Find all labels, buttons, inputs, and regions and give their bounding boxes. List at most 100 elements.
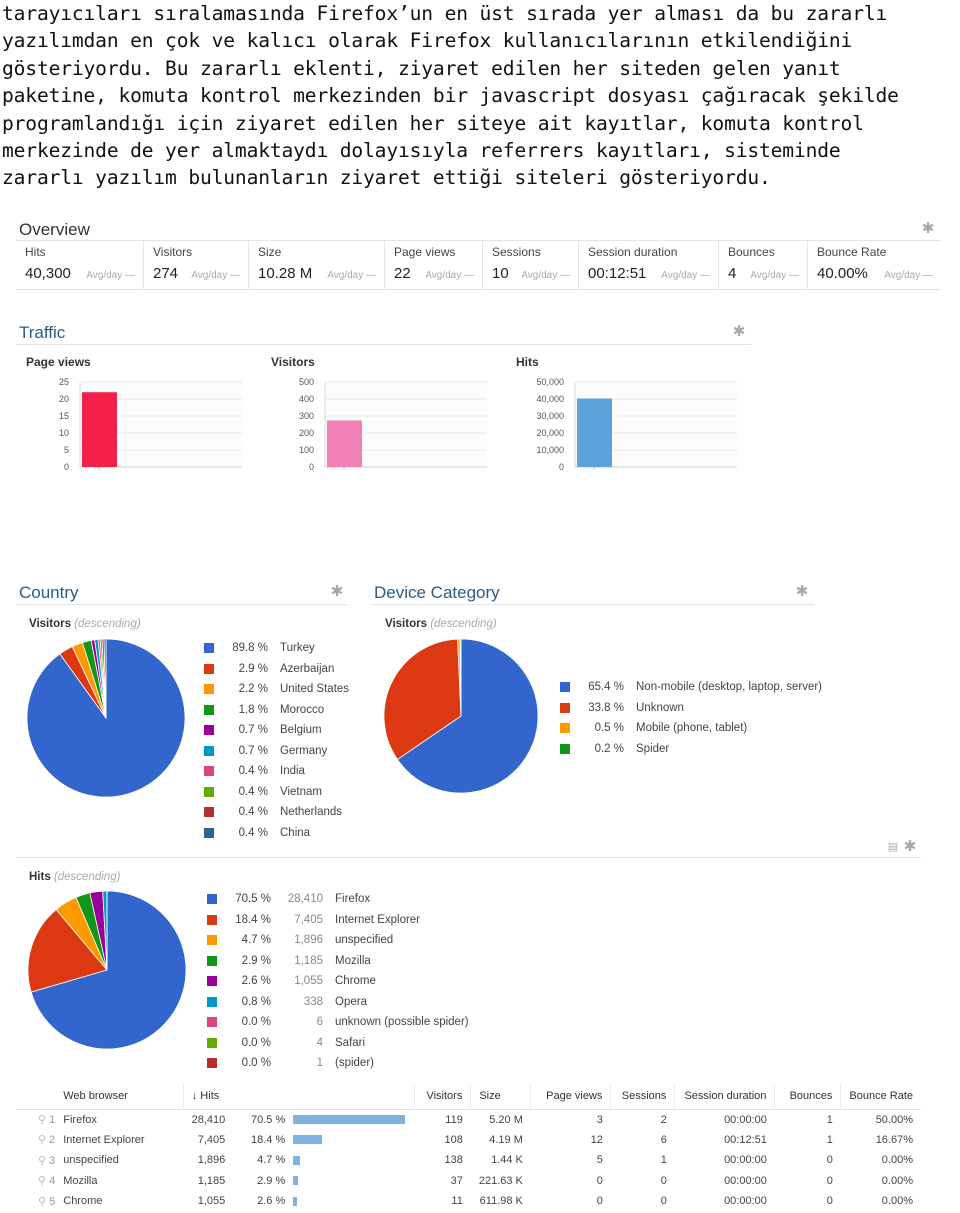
metric-page-views[interactable]: Page views 22 Avg/day — — [385, 241, 483, 289]
legend-label: Netherlands — [280, 806, 343, 819]
bar[interactable] — [577, 398, 612, 467]
legend-percent: 0.0 % — [241, 1036, 271, 1049]
legend-item[interactable]: 0.7 % Germany — [204, 741, 349, 762]
column-bounce-rate[interactable]: Bounce Rate — [840, 1083, 921, 1110]
gear-icon[interactable]: ✱ — [330, 584, 344, 599]
duration-value: 00:12:51 — [724, 1133, 767, 1146]
traffic-title: Traffic — [19, 323, 66, 342]
legend-label: Firefox — [335, 893, 371, 906]
metric-value: 22 — [394, 265, 411, 282]
legend-item[interactable]: 2.6 % 1,055 Chrome — [207, 971, 469, 992]
column-visitors[interactable]: Visitors — [414, 1083, 471, 1110]
article-line: tarayıcıları sıralamasında Firefox’un en… — [2, 2, 888, 25]
legend-item[interactable]: 70.5 % 28,410 Firefox — [207, 889, 469, 910]
divider — [16, 344, 751, 345]
column-sessions[interactable]: Sessions — [610, 1083, 675, 1110]
y-tick-label: 25 — [59, 377, 69, 387]
legend-item[interactable]: 2.9 % 1,185 Mozilla — [207, 951, 469, 972]
overview-title: Overview — [19, 220, 90, 239]
legend-item[interactable]: 0.0 % 6 unknown (possible spider) — [207, 1012, 469, 1033]
legend-label: Vietnam — [280, 785, 322, 798]
table-header-row: Web browser ↓ Hits Visitors Size Page vi… — [16, 1083, 921, 1110]
search-icon[interactable]: ⚲ — [38, 1114, 46, 1126]
y-tick-label: 0 — [64, 462, 69, 472]
legend-item[interactable]: 65.4 % Non-mobile (desktop, laptop, serve… — [560, 677, 822, 698]
legend-label: Unknown — [636, 701, 684, 714]
legend-item[interactable]: 0.4 % India — [204, 761, 349, 782]
duration-value: 00:00:00 — [724, 1113, 767, 1126]
gear-icon[interactable]: ✱ — [795, 584, 809, 599]
legend-item[interactable]: 2.2 % United States — [204, 679, 349, 700]
column-hits[interactable]: ↓ Hits — [182, 1083, 415, 1110]
metric-visitors[interactable]: Visitors 274 Avg/day — — [144, 241, 249, 289]
search-icon[interactable]: ⚲ — [38, 1134, 46, 1146]
browser-pie-chart — [27, 890, 187, 1050]
column-page-views[interactable]: Page views — [530, 1083, 611, 1110]
legend-swatch — [204, 704, 214, 715]
bar[interactable] — [327, 420, 362, 467]
legend-item[interactable]: 0.0 % 1 (spider) — [207, 1053, 469, 1074]
search-icon[interactable]: ⚲ — [38, 1175, 46, 1187]
metric-sessions[interactable]: Sessions 10 Avg/day — — [483, 241, 579, 289]
legend-item[interactable]: 0.4 % Vietnam — [204, 782, 349, 803]
legend-item[interactable]: 1.8 % Morocco — [204, 700, 349, 721]
metric-bounce-rate[interactable]: Bounce Rate 40.00% Avg/day — — [808, 241, 941, 289]
gear-icon[interactable]: ✱ — [921, 221, 935, 236]
metric-session-duration[interactable]: Session duration 00:12:51 Avg/day — — [579, 241, 719, 289]
metric-avg: Avg/day — — [884, 270, 933, 281]
article-line: paketine, komuta kontrol merkezinden bir… — [2, 84, 899, 108]
column-session-duration[interactable]: Session duration — [674, 1083, 775, 1110]
search-icon[interactable]: ⚲ — [38, 1155, 46, 1167]
y-tick-label: 0 — [309, 462, 314, 472]
legend-swatch — [207, 894, 217, 905]
bounce-rate-value: 0.00% — [881, 1174, 913, 1187]
pageviews-value: 3 — [596, 1113, 603, 1126]
metric-label: Sessions — [492, 245, 541, 259]
legend-item[interactable]: 0.0 % 4 Safari — [207, 1033, 469, 1054]
metric-hits[interactable]: Hits 40,300 Avg/day — — [16, 241, 144, 289]
metric-avg: Avg/day — — [425, 270, 474, 281]
column-bounces[interactable]: Bounces — [774, 1083, 841, 1110]
hits-bar — [293, 1135, 323, 1145]
gear-icon[interactable]: ✱ — [732, 324, 746, 339]
table-row[interactable]: ⚲ 3 unspecified 1,896 4.7 % 138 1.44 K 5 1 00:00… — [16, 1150, 921, 1171]
y-tick-label: 400 — [299, 394, 314, 404]
article-line: gösteriyordu. Bu zararlı eklenti, ziyare… — [2, 56, 841, 80]
legend-item[interactable]: 4.7 % 1,896 unspecified — [207, 930, 469, 951]
sort-order: (descending) — [53, 871, 121, 883]
legend-percent: 0.8 % — [241, 995, 271, 1008]
legend-item[interactable]: 33.8 % Unknown — [560, 698, 822, 719]
hits-bar — [293, 1196, 298, 1206]
metric-value: 4 — [728, 265, 737, 282]
hits-percent: 2.6 % — [257, 1195, 286, 1208]
bar[interactable] — [82, 392, 117, 467]
legend-item[interactable]: 0.4 % Netherlands — [204, 802, 349, 823]
legend-item[interactable]: 2.9 % Azerbaijan — [204, 659, 349, 680]
legend-item[interactable]: 0.5 % Mobile (phone, tablet) — [560, 718, 822, 739]
legend-item[interactable]: 0.7 % Belgium — [204, 720, 349, 741]
legend-swatch — [207, 996, 217, 1007]
chart-title: Hits — [516, 355, 539, 369]
table-row[interactable]: ⚲ 1 Firefox 28,410 70.5 % 119 5.20 M 3 2 00:00:0… — [16, 1109, 921, 1130]
legend-item[interactable]: 0.4 % China — [204, 823, 349, 844]
legend-swatch — [207, 1058, 217, 1069]
table-row[interactable]: ⚲ 5 Chrome 1,055 2.6 % 11 611.98 K 0 0 00:00:00 0… — [16, 1191, 921, 1212]
legend-item[interactable]: 89.8 % Turkey — [204, 638, 349, 659]
gear-icon[interactable]: ✱ — [903, 839, 917, 854]
column-size[interactable]: Size — [470, 1083, 531, 1110]
device-legend: 65.4 % Non-mobile (desktop, laptop, serve… — [560, 677, 822, 759]
legend-count: 338 — [303, 995, 323, 1008]
column-web-browser[interactable]: Web browser — [63, 1083, 184, 1110]
legend-item[interactable]: 0.2 % Spider — [560, 739, 822, 760]
search-icon[interactable]: ⚲ — [38, 1196, 46, 1208]
metric-bounces[interactable]: Bounces 4 Avg/day — — [719, 241, 808, 289]
article-line: yazılımdan en çok ve kalıcı olarak Firef… — [2, 29, 853, 53]
table-row[interactable]: ⚲ 2 Internet Explorer 7,405 18.4 % 108 4.19 M… — [16, 1130, 921, 1151]
metric-size[interactable]: Size 10.28 M Avg/day — — [249, 241, 385, 289]
legend-item[interactable]: 0.8 % 338 Opera — [207, 992, 469, 1013]
export-icon[interactable]: ▤ — [886, 840, 900, 854]
legend-item[interactable]: 18.4 % 7,405 Internet Explorer — [207, 910, 469, 931]
hits-bar-chart: 0 10,000 20,000 30,000 40,000 50,000 — [536, 377, 737, 472]
table-row[interactable]: ⚲ 4 Mozilla 1,185 2.9 % 37 221.63 K 0 0 00:00:00… — [16, 1171, 921, 1192]
metric-value: 10 — [492, 265, 509, 282]
